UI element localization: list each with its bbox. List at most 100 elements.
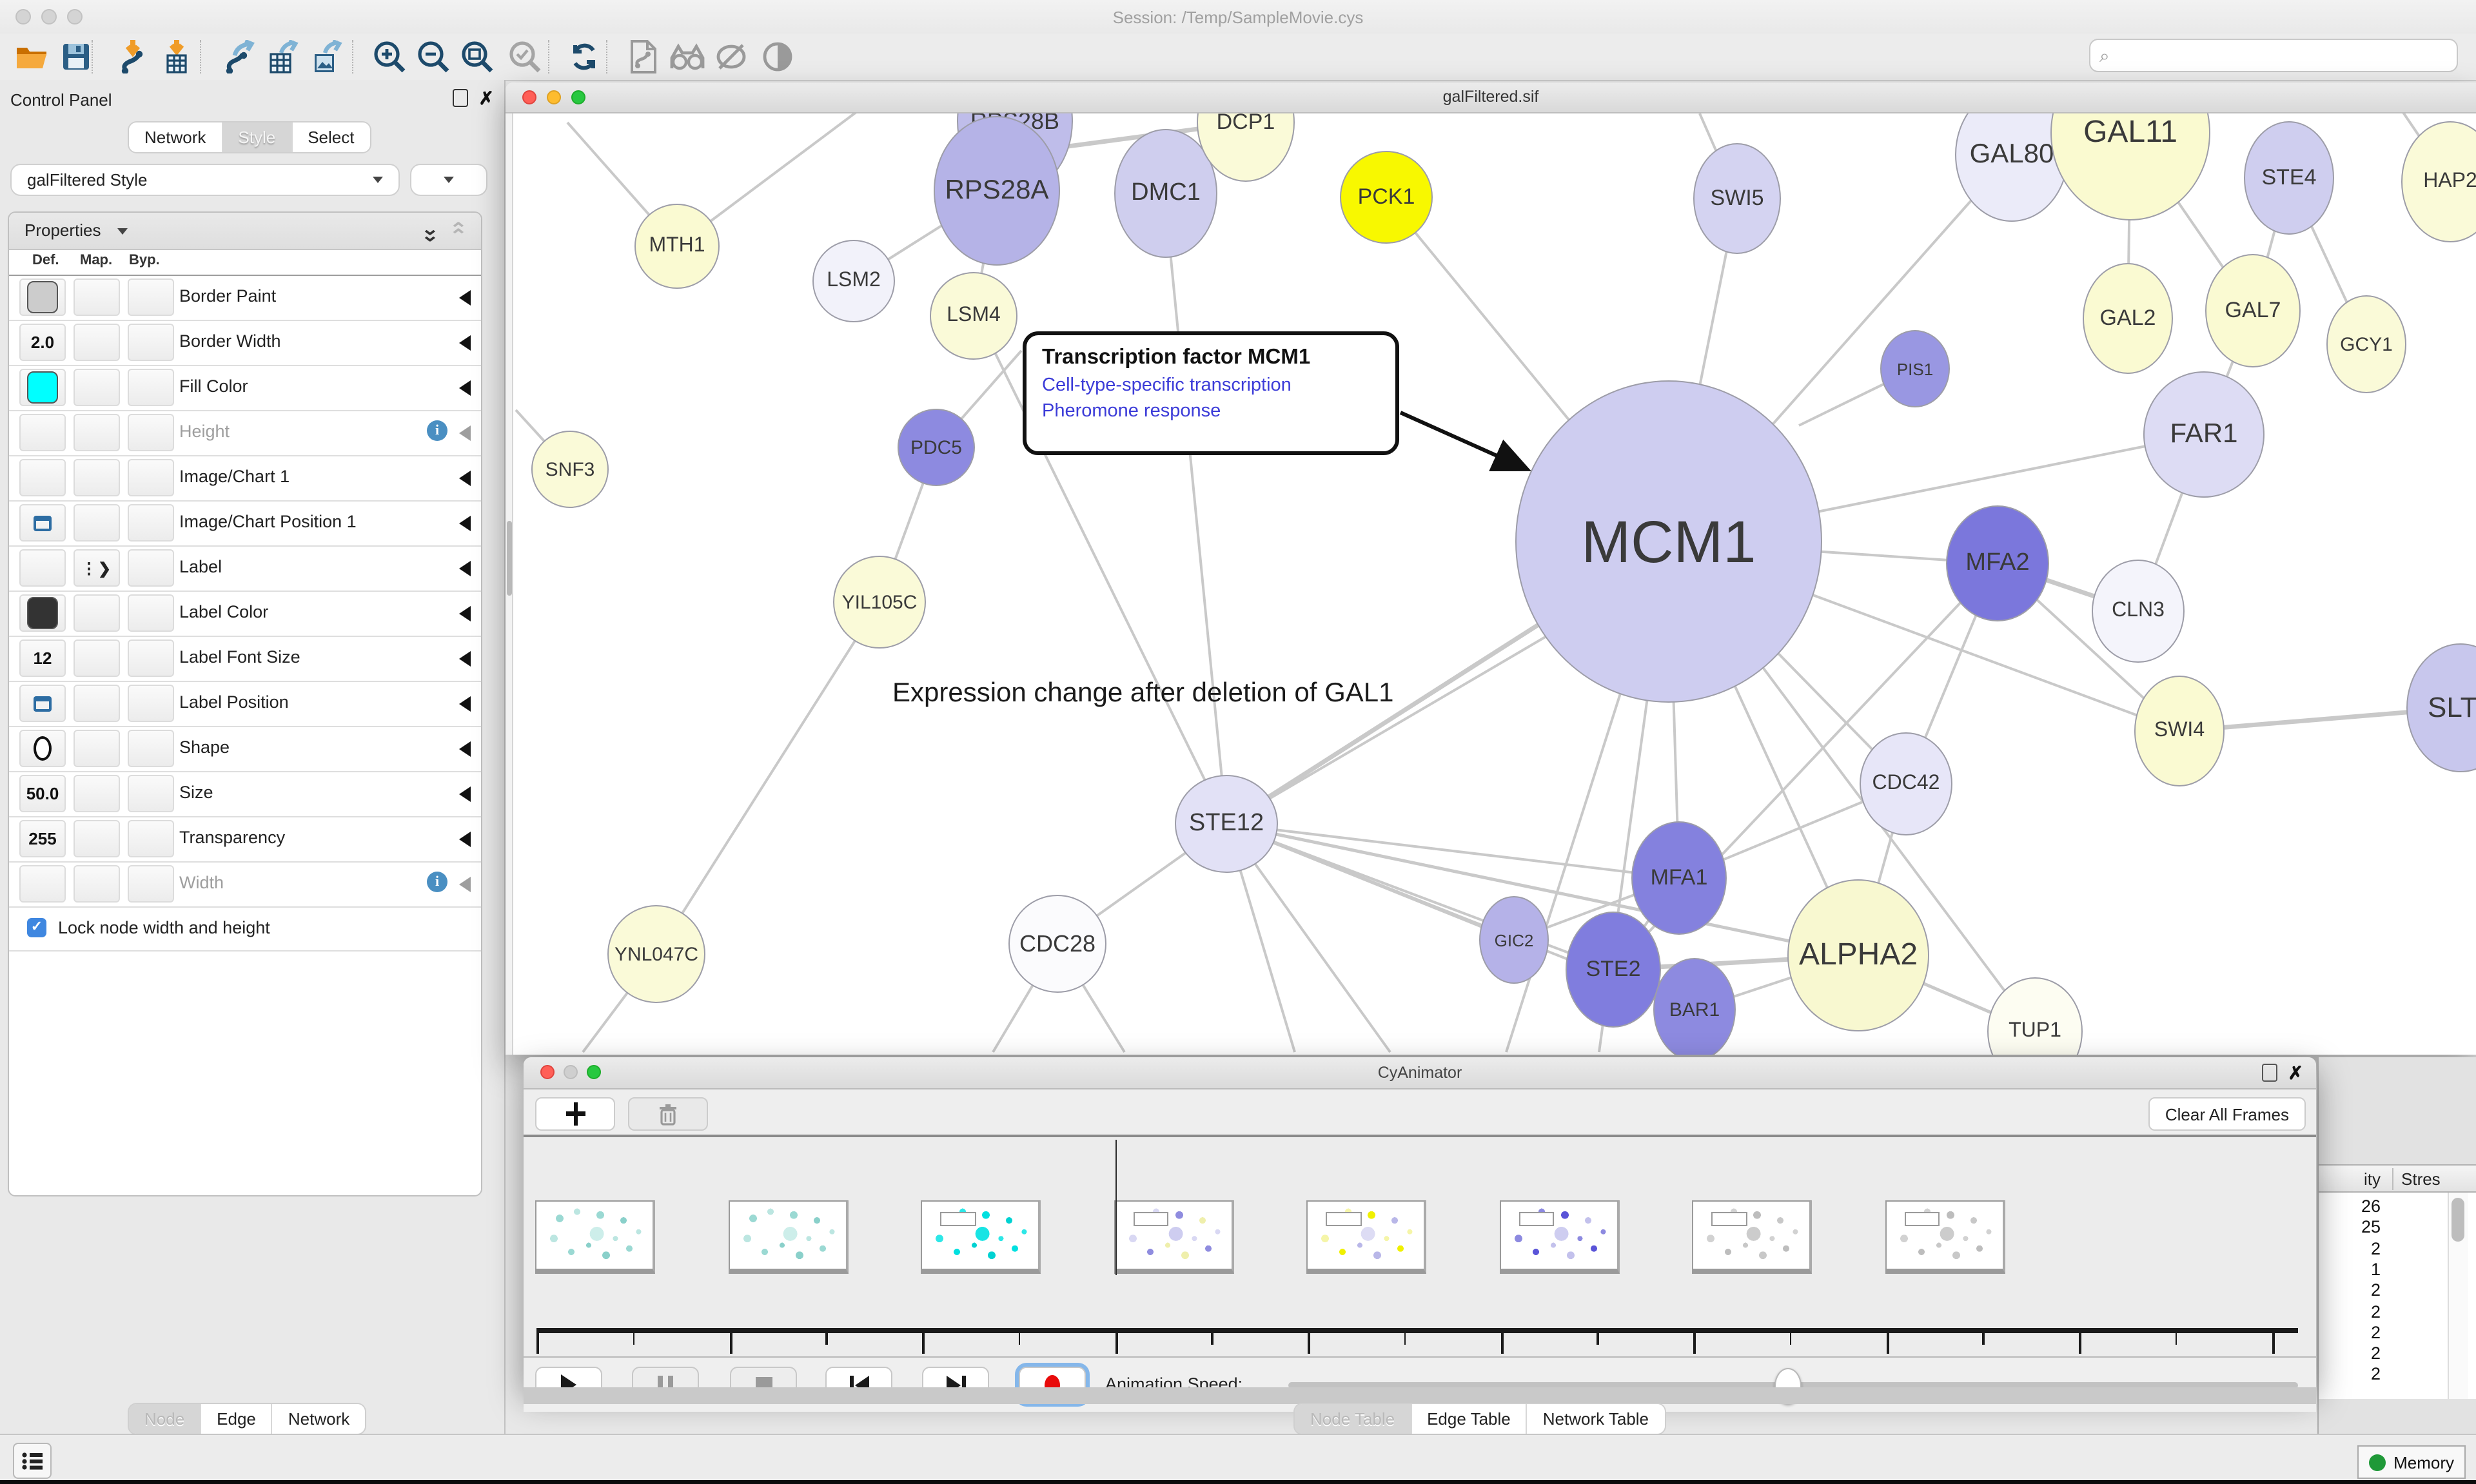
property-row-label-font-size[interactable]: 12Label Font Size bbox=[9, 636, 481, 682]
table-row[interactable]: 2 bbox=[2319, 1343, 2381, 1363]
float-window-icon[interactable] bbox=[2263, 1064, 2278, 1082]
expand-property-icon[interactable] bbox=[459, 335, 471, 351]
default-value-cell[interactable] bbox=[19, 369, 66, 406]
network-node-cdc42[interactable]: CDC42 bbox=[1860, 732, 1952, 835]
network-node-cdc28[interactable]: CDC28 bbox=[1008, 895, 1106, 993]
network-node-swi5[interactable]: SWI5 bbox=[1693, 143, 1781, 254]
expand-all-icon[interactable]: ⌄⌄ bbox=[421, 219, 439, 240]
lock-size-checkbox[interactable]: ✓ bbox=[27, 918, 46, 937]
annotation-link-2[interactable]: Pheromone response bbox=[1042, 401, 1380, 422]
style-selector[interactable]: galFiltered Style bbox=[10, 164, 400, 196]
table-vertical-scrollbar[interactable] bbox=[2448, 1193, 2468, 1399]
tab-edge-table[interactable]: Edge Table bbox=[1411, 1404, 1528, 1434]
property-row-image-chart-position-1[interactable]: Image/Chart Position 1 bbox=[9, 500, 481, 547]
timeline-frame-3[interactable] bbox=[1114, 1200, 1233, 1274]
table-row[interactable]: 26 bbox=[2319, 1196, 2381, 1216]
network-node-rps28a[interactable]: RPS28A bbox=[934, 116, 1060, 266]
timeline-playhead[interactable] bbox=[1115, 1140, 1117, 1275]
network-node-ste12[interactable]: STE12 bbox=[1175, 775, 1278, 873]
column-divider[interactable] bbox=[2392, 1168, 2393, 1190]
delete-frame-button[interactable] bbox=[628, 1097, 708, 1131]
mapping-cell[interactable] bbox=[74, 324, 120, 361]
zoom-out-button[interactable] bbox=[414, 37, 453, 76]
save-session-button[interactable] bbox=[57, 37, 95, 76]
show-details-button[interactable] bbox=[758, 37, 797, 76]
scrollbar-thumb[interactable] bbox=[507, 521, 512, 596]
table-row[interactable]: 1 bbox=[2319, 1260, 2381, 1279]
open-session-button[interactable] bbox=[13, 37, 52, 76]
scrollbar-thumb[interactable] bbox=[2451, 1198, 2464, 1242]
mapping-cell[interactable] bbox=[74, 278, 120, 316]
property-row-border-width[interactable]: 2.0Border Width bbox=[9, 320, 481, 366]
property-row-transparency[interactable]: 255Transparency bbox=[9, 816, 481, 863]
zoom-selected-button[interactable] bbox=[506, 37, 544, 76]
tab-node-table[interactable]: Node Table bbox=[1295, 1404, 1411, 1434]
style-options-button[interactable] bbox=[410, 164, 487, 196]
cyanimator-timeline[interactable]: 0123456789 Seconds bbox=[524, 1137, 2316, 1356]
expand-property-icon[interactable] bbox=[459, 380, 471, 396]
timeline-frame-1[interactable] bbox=[728, 1200, 848, 1274]
mapping-cell[interactable] bbox=[74, 369, 120, 406]
mapping-cell[interactable] bbox=[74, 865, 120, 903]
property-row-label[interactable]: ⋮❯Label bbox=[9, 545, 481, 592]
annotation-box[interactable]: Transcription factor MCM1 Cell-type-spec… bbox=[1023, 331, 1399, 455]
close-panel-icon[interactable]: ✗ bbox=[479, 90, 494, 106]
search-field[interactable]: ⌕ bbox=[2089, 39, 2458, 72]
search-input[interactable] bbox=[2115, 44, 2457, 66]
expand-property-icon[interactable] bbox=[459, 696, 471, 712]
network-node-pdc5[interactable]: PDC5 bbox=[898, 409, 975, 486]
bypass-cell[interactable] bbox=[128, 549, 174, 587]
mapping-cell[interactable] bbox=[74, 504, 120, 542]
close-panel-icon[interactable]: ✗ bbox=[2288, 1065, 2303, 1080]
bypass-cell[interactable] bbox=[128, 369, 174, 406]
network-node-lsm4[interactable]: LSM4 bbox=[930, 272, 1017, 360]
property-row-label-color[interactable]: Label Color bbox=[9, 591, 481, 637]
expand-property-icon[interactable] bbox=[459, 786, 471, 802]
network-node-gal2[interactable]: GAL2 bbox=[2083, 263, 2173, 374]
table-col-stress[interactable]: Stres bbox=[2401, 1169, 2441, 1189]
search-network-button[interactable] bbox=[668, 37, 707, 76]
network-node-yil105c[interactable]: YIL105C bbox=[833, 556, 926, 649]
bypass-cell[interactable] bbox=[128, 865, 174, 903]
network-node-lsm2[interactable]: LSM2 bbox=[812, 240, 895, 322]
network-node-mfa2[interactable]: MFA2 bbox=[1946, 505, 2049, 621]
default-value-cell[interactable] bbox=[19, 594, 66, 632]
export-table-button[interactable] bbox=[264, 37, 303, 76]
table-row[interactable]: 2 bbox=[2319, 1323, 2381, 1342]
bypass-cell[interactable] bbox=[128, 639, 174, 677]
property-row-border-paint[interactable]: Border Paint bbox=[9, 275, 481, 321]
bypass-cell[interactable] bbox=[128, 594, 174, 632]
clear-all-frames-button[interactable]: Clear All Frames bbox=[2148, 1097, 2306, 1131]
tab-network[interactable]: Network bbox=[273, 1404, 365, 1434]
hide-details-button[interactable] bbox=[712, 37, 751, 76]
network-node-mfa1[interactable]: MFA1 bbox=[1631, 821, 1727, 935]
table-row[interactable]: 2 bbox=[2319, 1302, 2381, 1321]
expand-property-icon[interactable] bbox=[459, 651, 471, 667]
expand-property-icon[interactable] bbox=[459, 425, 471, 441]
mapping-cell[interactable] bbox=[74, 594, 120, 632]
network-node-bar1[interactable]: BAR1 bbox=[1653, 958, 1736, 1055]
bypass-cell[interactable] bbox=[128, 414, 174, 451]
mapping-cell[interactable] bbox=[74, 775, 120, 812]
network-node-alpha2[interactable]: ALPHA2 bbox=[1787, 879, 1929, 1031]
network-vertical-scrollbar[interactable] bbox=[506, 113, 513, 1055]
network-node-pck1[interactable]: PCK1 bbox=[1340, 151, 1433, 244]
mapping-cell[interactable] bbox=[74, 639, 120, 677]
table-row[interactable]: 2 bbox=[2319, 1280, 2381, 1300]
bypass-cell[interactable] bbox=[128, 278, 174, 316]
property-row-image-chart-1[interactable]: Image/Chart 1 bbox=[9, 455, 481, 502]
property-row-height[interactable]: Heighti bbox=[9, 410, 481, 456]
default-value-cell[interactable] bbox=[19, 278, 66, 316]
timeline-frame-2[interactable] bbox=[921, 1200, 1041, 1274]
tab-network[interactable]: Network bbox=[129, 122, 222, 152]
mapping-cell[interactable] bbox=[74, 820, 120, 857]
mapping-cell[interactable] bbox=[74, 730, 120, 767]
timeline-frame-6[interactable] bbox=[1692, 1200, 1812, 1274]
default-value-cell[interactable] bbox=[19, 549, 66, 587]
network-node-mth1[interactable]: MTH1 bbox=[634, 204, 720, 289]
network-canvas[interactable]: RPS28BMTH1RPS28ADMC1DCP1PCK1LSM2LSM4SNF3… bbox=[506, 113, 2476, 1055]
table-row[interactable]: 2 bbox=[2319, 1365, 2381, 1384]
default-value-cell[interactable] bbox=[19, 685, 66, 722]
network-node-snf3[interactable]: SNF3 bbox=[531, 431, 609, 508]
property-row-size[interactable]: 50.0Size bbox=[9, 771, 481, 817]
